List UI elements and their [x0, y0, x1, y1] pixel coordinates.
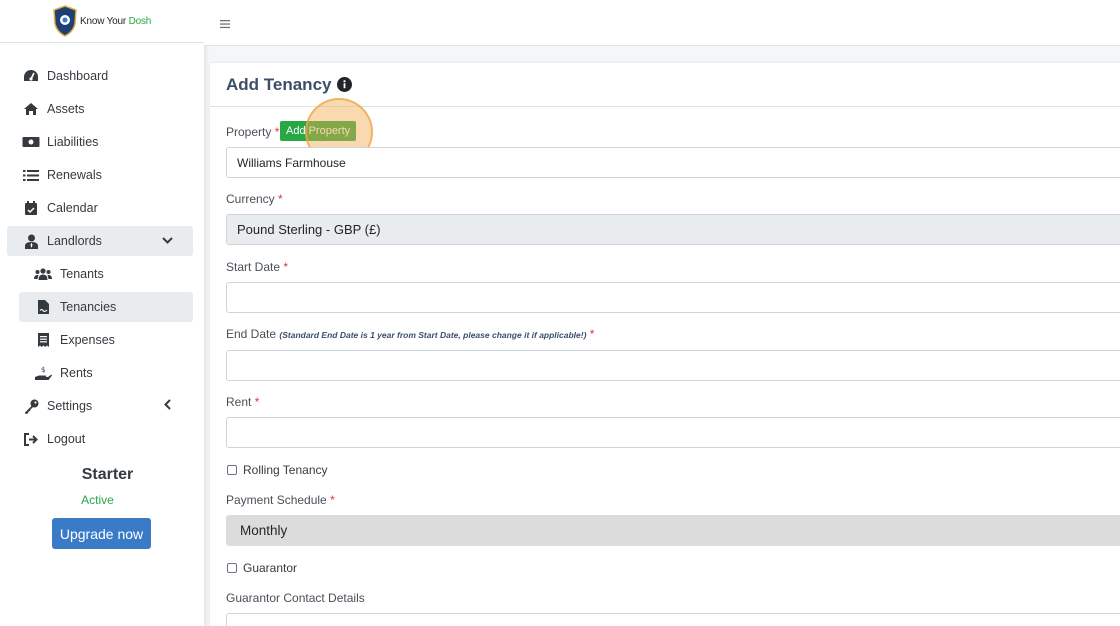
sidebar-item-liabilities[interactable]: Liabilities: [7, 127, 193, 157]
sidebar-item-logout[interactable]: Logout: [7, 424, 193, 454]
start-date-label: Start Date *: [226, 260, 289, 274]
sidebar-item-tenants[interactable]: Tenants: [19, 259, 193, 289]
receipt-icon: [34, 332, 52, 348]
payment-schedule-label: Payment Schedule *: [226, 493, 335, 507]
guarantor-contact-label: Guarantor Contact Details: [226, 591, 365, 605]
money-bill-icon: [22, 134, 40, 150]
sidebar-item-label: Tenants: [60, 267, 104, 281]
key-icon: [22, 398, 40, 414]
rent-input[interactable]: [226, 417, 1120, 448]
tachometer-icon: [22, 68, 40, 84]
sidebar-item-calendar[interactable]: Calendar: [7, 193, 193, 223]
rolling-tenancy-checkbox[interactable]: Rolling Tenancy: [227, 463, 328, 477]
users-icon: [34, 266, 52, 282]
guarantor-label: Guarantor: [243, 561, 298, 575]
sidebar-item-expenses[interactable]: Expenses: [19, 325, 193, 355]
checkbox-box[interactable]: [227, 563, 237, 573]
sidebar-item-assets[interactable]: Assets: [7, 94, 193, 124]
user-tie-icon: [22, 233, 40, 249]
plan-panel: Starter Active Upgrade now: [0, 466, 204, 549]
currency-label: Currency *: [226, 192, 283, 206]
property-select[interactable]: Williams Farmhouse: [226, 147, 1120, 178]
sidebar-item-label: Renewals: [47, 168, 102, 182]
sidebar-item-settings[interactable]: Settings: [7, 391, 193, 421]
sidebar-item-tenancies[interactable]: Tenancies: [19, 292, 193, 322]
hand-holding-dollar-icon: $: [34, 365, 52, 381]
sidebar-item-label: Rents: [60, 366, 93, 380]
page-title: Add Tenancy: [226, 74, 332, 94]
info-icon[interactable]: [337, 77, 353, 92]
sidebar-item-label: Expenses: [60, 333, 115, 347]
svg-text:$: $: [41, 366, 45, 374]
chevron-down-icon: [162, 234, 173, 248]
sidebar-item-label: Logout: [47, 432, 86, 446]
calendar-check-icon: [22, 200, 40, 216]
sidebar-item-landlords[interactable]: Landlords: [7, 226, 193, 256]
guarantor-contact-input[interactable]: [226, 613, 1120, 626]
sidebar-nav: Dashboard Assets Liabilities Renewals Ca…: [0, 61, 204, 454]
end-date-input[interactable]: [226, 350, 1120, 381]
property-label: Property *: [226, 125, 280, 139]
sidebar-item-label: Settings: [47, 399, 93, 413]
brand-name: Know Your Dosh: [80, 15, 152, 27]
plan-name: Starter: [81, 466, 134, 483]
payment-schedule-select[interactable]: Monthly: [226, 515, 1120, 546]
sidebar-item-label: Liabilities: [47, 135, 99, 149]
brand-logo[interactable]: Know Your Dosh: [0, 0, 204, 43]
upgrade-now-button[interactable]: Upgrade now: [52, 518, 151, 549]
guarantor-checkbox[interactable]: Guarantor: [227, 561, 297, 575]
file-contract-icon: [34, 299, 52, 315]
shield-logo-icon: [53, 5, 77, 37]
sign-out-icon: [22, 431, 40, 447]
home-icon: [22, 101, 40, 117]
sidebar-item-rents[interactable]: $ Rents: [19, 358, 193, 388]
end-date-label: End Date (Standard End Date is 1 year fr…: [226, 327, 595, 341]
checkbox-box[interactable]: [227, 465, 237, 475]
chevron-left-icon: [163, 399, 173, 413]
hamburger-menu-icon[interactable]: [220, 16, 230, 34]
rolling-tenancy-label: Rolling Tenancy: [243, 463, 328, 477]
sidebar: Know Your Dosh Dashboard Assets Liabilit…: [0, 0, 204, 626]
sidebar-item-dashboard[interactable]: Dashboard: [7, 61, 193, 91]
plan-status: Active: [81, 493, 114, 507]
sidebar-item-renewals[interactable]: Renewals: [7, 160, 193, 190]
sidebar-item-label: Landlords: [47, 234, 102, 248]
currency-field[interactable]: Pound Sterling - GBP (£): [226, 214, 1120, 245]
sidebar-item-label: Calendar: [47, 201, 98, 215]
start-date-input[interactable]: [226, 282, 1120, 313]
list-icon: [22, 167, 40, 183]
rent-label: Rent *: [226, 395, 260, 409]
sidebar-item-label: Assets: [47, 102, 85, 116]
sidebar-item-label: Dashboard: [47, 69, 109, 83]
add-tenancy-card: Add Tenancy Property * Add Property Willi…: [210, 63, 1120, 626]
end-date-hint: (Standard End Date is 1 year from Start …: [279, 330, 587, 340]
sidebar-item-label: Tenancies: [60, 300, 117, 314]
top-navbar: [204, 0, 1120, 46]
